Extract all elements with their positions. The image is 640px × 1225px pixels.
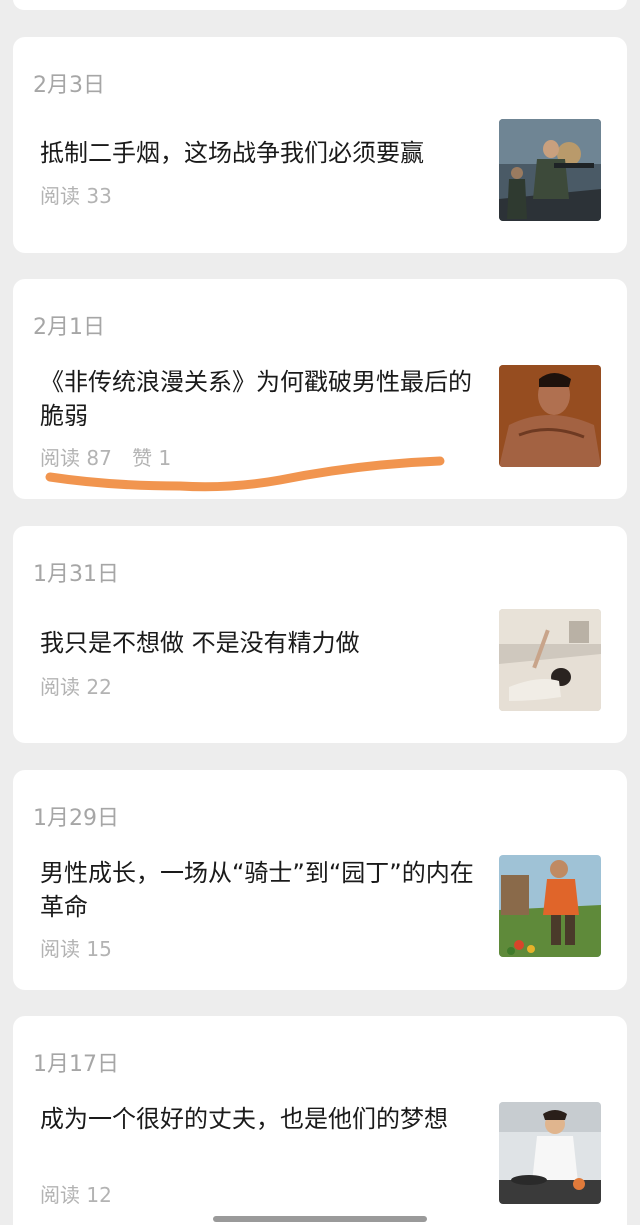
read-count: 阅读 15	[40, 937, 112, 961]
like-count: 赞 1	[132, 446, 172, 470]
read-count: 阅读 33	[40, 184, 112, 208]
article-stats: 阅读 12	[40, 1179, 126, 1208]
woman-lying-bed-image[interactable]	[499, 609, 601, 711]
man-cooking-image[interactable]	[499, 1102, 601, 1204]
article-stats: 阅读 22	[40, 671, 126, 700]
article-stats: 阅读 15	[40, 933, 126, 962]
article-card[interactable]: 2月1日 《非传统浪漫关系》为何戳破男性最后的脆弱 阅读 87 赞 1	[13, 279, 627, 499]
article-date: 1月29日	[33, 806, 119, 831]
article-card[interactable]: 1月31日 我只是不想做 不是没有精力做 阅读 22	[13, 526, 627, 743]
article-date: 1月17日	[33, 1052, 119, 1077]
read-count: 阅读 12	[40, 1183, 112, 1207]
article-title[interactable]: 《非传统浪漫关系》为何戳破男性最后的脆弱	[40, 365, 480, 433]
previous-card-edge	[13, 0, 627, 10]
article-date: 2月1日	[33, 315, 105, 340]
article-stats: 阅读 87 赞 1	[40, 442, 185, 471]
article-title[interactable]: 我只是不想做 不是没有精力做	[40, 626, 480, 660]
article-card[interactable]: 1月29日 男性成长，一场从“骑士”到“园丁”的内在革命 阅读 15	[13, 770, 627, 990]
article-date: 1月31日	[33, 562, 119, 587]
read-count: 阅读 87	[40, 446, 112, 470]
man-gardening-image[interactable]	[499, 855, 601, 957]
article-stats: 阅读 33	[40, 180, 126, 209]
article-title[interactable]: 男性成长，一场从“骑士”到“园丁”的内在革命	[40, 856, 480, 924]
article-date: 2月3日	[33, 73, 105, 98]
article-card[interactable]: 2月3日 抵制二手烟，这场战争我们必须要赢 阅读 33	[13, 37, 627, 253]
home-indicator-bar[interactable]	[213, 1216, 427, 1222]
read-count: 阅读 22	[40, 675, 112, 699]
article-card[interactable]: 1月17日 成为一个很好的丈夫，也是他们的梦想 阅读 12	[13, 1016, 627, 1225]
man-portrait-image[interactable]	[499, 365, 601, 467]
soldiers-battle-image[interactable]	[499, 119, 601, 221]
article-title[interactable]: 成为一个很好的丈夫，也是他们的梦想	[40, 1102, 480, 1136]
article-title[interactable]: 抵制二手烟，这场战争我们必须要赢	[40, 136, 480, 170]
